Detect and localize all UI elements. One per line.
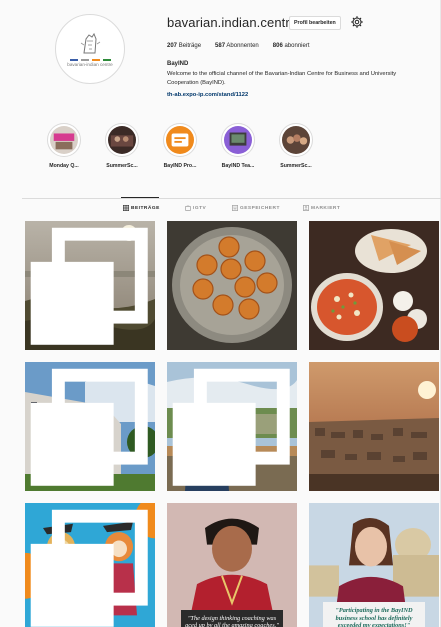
post-caption: "The design thinking coaching was aced u… bbox=[181, 609, 283, 627]
edit-profile-button[interactable]: Profil bearbeiten bbox=[289, 16, 341, 30]
highlight-ring bbox=[105, 123, 139, 157]
highlight-item[interactable]: BayIND Tea... bbox=[213, 123, 263, 169]
posts-label: Beiträge bbox=[178, 43, 202, 49]
tab-label: MARKIERT bbox=[311, 205, 341, 211]
followers-stat[interactable]: 587 Abonnenten bbox=[215, 43, 259, 49]
following-label: abonniert bbox=[284, 43, 310, 49]
profile-page: bavarian-indian centre bavarian.indian.c… bbox=[0, 0, 441, 627]
igtv-icon bbox=[185, 205, 191, 211]
post-thumbnail-woman-fort[interactable] bbox=[167, 362, 297, 491]
multiple-images-icon bbox=[30, 227, 148, 345]
post-thumbnail-dinner-table[interactable] bbox=[309, 221, 439, 350]
post-thumbnail-city-haze[interactable] bbox=[25, 221, 155, 350]
active-tab-indicator bbox=[121, 197, 159, 198]
grid-icon bbox=[123, 205, 129, 211]
avatar-text: bavarian-indian centre bbox=[67, 61, 113, 67]
posts-count: 207 bbox=[167, 43, 178, 49]
highlight-item[interactable]: BayIND Pro... bbox=[155, 123, 205, 169]
monday-quiz-thumb bbox=[50, 126, 78, 154]
highlight-ring bbox=[279, 123, 313, 157]
tab-tagged[interactable]: MARKIERT bbox=[303, 205, 340, 211]
gear-icon[interactable] bbox=[351, 16, 363, 28]
post-thumbnail-palace[interactable] bbox=[25, 362, 155, 491]
bayind-team-thumb bbox=[224, 126, 252, 154]
post-thumbnail-testimonial-man[interactable]: "The design thinking coaching was aced u… bbox=[167, 503, 297, 627]
tab-label: IGTV bbox=[193, 205, 207, 211]
following-count: 806 bbox=[272, 43, 283, 49]
followers-label: Abonnenten bbox=[226, 43, 259, 49]
multiple-images-icon bbox=[172, 368, 290, 486]
bookmark-icon bbox=[232, 205, 238, 211]
post-thumbnail-food-plate[interactable] bbox=[167, 221, 297, 350]
bayind-program-thumb bbox=[166, 126, 194, 154]
highlight-item[interactable]: SummerSc... bbox=[271, 123, 321, 169]
summer-school-thumb bbox=[108, 126, 136, 154]
tag-icon bbox=[303, 205, 309, 211]
tab-posts[interactable]: BEITRÄGE bbox=[123, 205, 160, 211]
highlight-label: Monday Q... bbox=[49, 163, 79, 169]
tab-label: BEITRÄGE bbox=[131, 205, 160, 211]
tab-label: GESPEICHERT bbox=[240, 205, 280, 211]
profile-stats: 207 Beiträge 587 Abonnenten 806 abonnier… bbox=[167, 43, 324, 49]
post-thumbnail-testimonial-woman[interactable]: "Participating in the BayIND business sc… bbox=[309, 503, 439, 627]
highlight-label: BayIND Pro... bbox=[163, 163, 197, 169]
highlight-ring bbox=[221, 123, 255, 157]
tab-saved[interactable]: GESPEICHERT bbox=[232, 205, 280, 211]
tabs-divider bbox=[22, 198, 441, 199]
profile-full-name: BayIND bbox=[167, 61, 189, 67]
highlight-item[interactable]: Monday Q... bbox=[39, 123, 89, 169]
multiple-images-icon bbox=[30, 509, 148, 627]
highlight-item[interactable]: SummerSc... bbox=[97, 123, 147, 169]
highlight-label: BayIND Tea... bbox=[221, 163, 255, 169]
profile-avatar[interactable]: bavarian-indian centre bbox=[55, 14, 125, 84]
profile-link[interactable]: th-ab.expo-ip.com/stand/1122 bbox=[167, 92, 248, 98]
post-thumbnail-sunset-city[interactable] bbox=[309, 362, 439, 491]
post-thumbnail-lion-tiger-cartoon[interactable] bbox=[25, 503, 155, 627]
followers-count: 587 bbox=[215, 43, 226, 49]
profile-username: bavarian.indian.centre bbox=[167, 15, 298, 30]
lion-logo-icon bbox=[80, 32, 101, 53]
following-stat[interactable]: 806 abonniert bbox=[273, 43, 310, 49]
highlight-label: SummerSc... bbox=[280, 163, 312, 169]
highlight-label: SummerSc... bbox=[106, 163, 138, 169]
tab-igtv[interactable]: IGTV bbox=[185, 205, 206, 211]
flag-bars bbox=[69, 58, 111, 61]
posts-stat: 207 Beiträge bbox=[167, 43, 201, 49]
profile-bio: Welcome to the official channel of the B… bbox=[167, 71, 397, 86]
highlight-ring bbox=[163, 123, 197, 157]
summer-school-2-thumb bbox=[282, 126, 310, 154]
highlight-ring bbox=[47, 123, 81, 157]
multiple-images-icon bbox=[30, 368, 148, 486]
post-caption: "Participating in the BayIND business sc… bbox=[323, 602, 425, 627]
